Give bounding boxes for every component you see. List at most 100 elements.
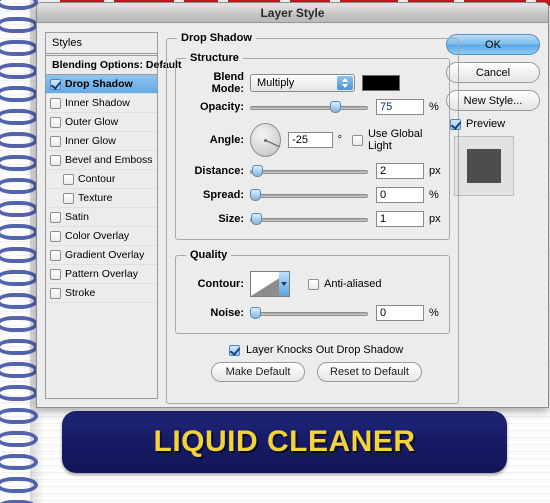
- binding-ring: [0, 316, 38, 332]
- binding-ring: [0, 385, 38, 401]
- use-global-light-checkbox[interactable]: [351, 134, 363, 146]
- style-item-checkbox[interactable]: [50, 211, 61, 223]
- drop-shadow-group-title: Drop Shadow: [181, 32, 252, 44]
- blend-mode-select[interactable]: Multiply: [250, 73, 355, 92]
- style-item-label: Texture: [78, 192, 113, 204]
- style-item-checkbox[interactable]: [50, 249, 61, 261]
- style-item-checkbox[interactable]: [50, 97, 61, 109]
- distance-label: Distance:: [194, 164, 244, 177]
- default-buttons-row: Make Default Reset to Default: [211, 362, 450, 382]
- shadow-color-swatch[interactable]: [362, 74, 400, 91]
- style-item-checkbox[interactable]: [50, 154, 61, 166]
- contour-label: Contour:: [197, 278, 244, 290]
- style-effect-list: Drop Shadow Inner Shadow Outer Glow Inner G…: [46, 75, 157, 303]
- binding-ring: [0, 17, 38, 33]
- noise-slider[interactable]: [250, 306, 368, 320]
- style-item-stroke[interactable]: Stroke: [46, 284, 157, 303]
- style-item-texture[interactable]: Texture: [46, 189, 157, 208]
- preview-checkbox[interactable]: [450, 118, 461, 130]
- blend-mode-value: Multiply: [257, 76, 295, 89]
- style-item-label: Color Overlay: [65, 230, 130, 242]
- blending-options-item[interactable]: Blending Options: Default: [46, 56, 182, 75]
- contour-preset-picker[interactable]: [250, 271, 290, 297]
- style-item-checkbox[interactable]: [63, 173, 74, 185]
- spread-slider-thumb[interactable]: [250, 188, 261, 201]
- preview-toggle-row[interactable]: Preview: [450, 118, 540, 130]
- style-item-contour[interactable]: Contour: [46, 170, 157, 189]
- anti-aliased-checkbox[interactable]: [308, 278, 319, 290]
- angle-label: Angle:: [209, 134, 244, 146]
- style-item-checkbox[interactable]: [50, 116, 61, 128]
- style-item-outer-glow[interactable]: Outer Glow: [46, 113, 157, 132]
- noise-slider-thumb[interactable]: [250, 306, 261, 319]
- dialog-action-buttons: OK Cancel New Style... Preview: [446, 32, 540, 399]
- angle-dial[interactable]: [250, 123, 282, 157]
- size-slider[interactable]: [250, 212, 368, 226]
- binding-ring: [0, 178, 38, 194]
- style-item-label: Drop Shadow: [65, 78, 133, 90]
- style-item-checkbox[interactable]: [63, 192, 74, 204]
- blend-mode-label: Blend Mode:: [211, 70, 244, 95]
- style-item-checkbox[interactable]: [50, 287, 61, 299]
- dialog-titlebar[interactable]: Layer Style: [37, 3, 548, 23]
- style-item-drop-shadow[interactable]: Drop Shadow: [46, 75, 157, 94]
- new-style-button[interactable]: New Style...: [446, 90, 540, 111]
- noise-input[interactable]: 0: [376, 304, 424, 321]
- style-item-label: Inner Glow: [65, 135, 116, 147]
- layer-knockout-row[interactable]: Layer Knocks Out Drop Shadow: [229, 344, 450, 356]
- layer-knockout-label: Layer Knocks Out Drop Shadow: [246, 344, 404, 356]
- opacity-label: Opacity:: [199, 100, 244, 113]
- style-item-checkbox[interactable]: [50, 78, 61, 90]
- style-item-bevel-and-emboss[interactable]: Bevel and Emboss: [46, 151, 157, 170]
- size-label: Size:: [218, 212, 244, 225]
- dialog-title: Layer Style: [260, 5, 325, 20]
- spread-input[interactable]: 0: [376, 186, 424, 203]
- quality-group-title: Quality: [190, 249, 228, 261]
- style-item-gradient-overlay[interactable]: Gradient Overlay: [46, 246, 157, 265]
- binding-ring: [0, 40, 38, 56]
- noise-row: Noise: 0 %: [184, 302, 441, 323]
- binding-ring: [0, 109, 38, 125]
- style-item-inner-glow[interactable]: Inner Glow: [46, 132, 157, 151]
- spread-slider-track: [250, 193, 368, 198]
- style-item-checkbox[interactable]: [50, 230, 61, 242]
- opacity-input[interactable]: 75: [376, 98, 424, 115]
- contour-row: Contour: Anti-aliased: [184, 269, 441, 299]
- style-item-checkbox[interactable]: [50, 135, 61, 147]
- opacity-slider-thumb[interactable]: [330, 100, 341, 113]
- distance-slider[interactable]: [250, 164, 368, 178]
- angle-dial-needle: [265, 140, 280, 148]
- reset-to-default-button[interactable]: Reset to Default: [317, 362, 422, 382]
- style-item-label: Stroke: [65, 287, 96, 299]
- size-slider-thumb[interactable]: [251, 212, 262, 225]
- style-item-label: Inner Shadow: [65, 97, 130, 109]
- quality-group: Quality Contour: Anti-aliased Noise: 0 %: [175, 249, 450, 334]
- style-item-pattern-overlay[interactable]: Pattern Overlay: [46, 265, 157, 284]
- binding-ring: [0, 454, 38, 470]
- style-item-checkbox[interactable]: [50, 268, 61, 280]
- angle-row: Angle: -25 ° Use Global Light: [184, 120, 441, 160]
- cancel-button[interactable]: Cancel: [446, 62, 540, 83]
- angle-input[interactable]: -25: [288, 132, 333, 148]
- styles-header[interactable]: Styles: [46, 33, 157, 54]
- chevron-down-icon[interactable]: [279, 272, 289, 296]
- distance-input[interactable]: 2: [376, 162, 424, 179]
- distance-row: Distance: 2 px: [184, 160, 441, 181]
- use-global-light-row[interactable]: Use Global Light: [351, 128, 441, 152]
- noise-slider-track: [250, 311, 368, 316]
- style-item-color-overlay[interactable]: Color Overlay: [46, 227, 157, 246]
- opacity-slider[interactable]: [250, 100, 368, 114]
- style-item-inner-shadow[interactable]: Inner Shadow: [46, 94, 157, 113]
- layer-knockout-checkbox[interactable]: [229, 344, 240, 356]
- size-input[interactable]: 1: [376, 210, 424, 227]
- style-item-satin[interactable]: Satin: [46, 208, 157, 227]
- distance-slider-thumb[interactable]: [252, 164, 263, 177]
- spread-row: Spread: 0 %: [184, 184, 441, 205]
- anti-aliased-row[interactable]: Anti-aliased: [308, 278, 381, 290]
- ok-button[interactable]: OK: [446, 34, 540, 55]
- spread-slider[interactable]: [250, 188, 368, 202]
- angle-unit: °: [337, 134, 342, 146]
- make-default-button[interactable]: Make Default: [211, 362, 305, 382]
- style-item-label: Satin: [65, 211, 89, 223]
- opacity-row: Opacity: 75 %: [184, 96, 441, 117]
